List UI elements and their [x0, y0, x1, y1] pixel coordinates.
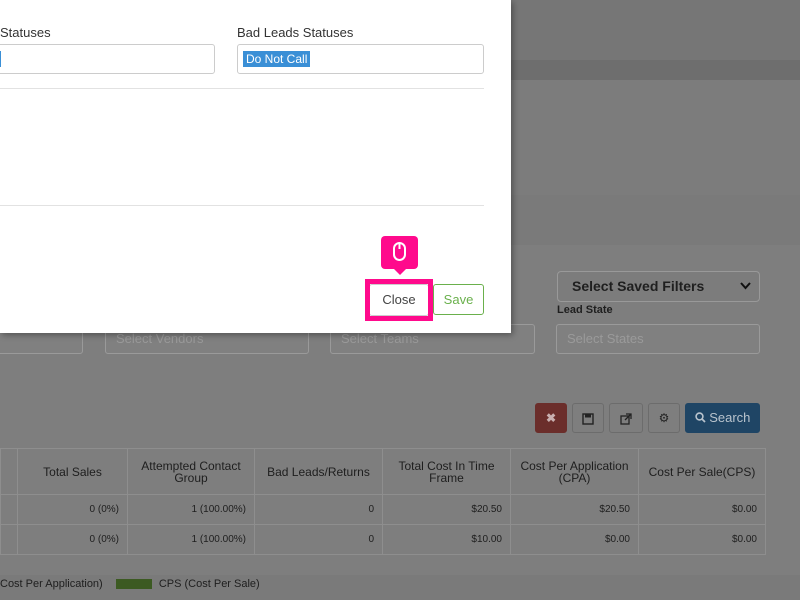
- save-filter-button[interactable]: [572, 403, 604, 433]
- bad-statuses-label: Bad Leads Statuses: [237, 25, 354, 40]
- table-header: Total Cost In Time Frame: [382, 448, 511, 495]
- tooltip-arrow: [394, 269, 406, 275]
- chevron-down-icon: [740, 272, 751, 313]
- legend-cps-text: CPS (Cost Per Sale): [158, 578, 260, 590]
- close-icon: ✖: [545, 411, 557, 425]
- table-cell: 0: [254, 494, 383, 525]
- floppy-disk-icon: [582, 411, 594, 425]
- table-cell: 0 (0%): [17, 494, 128, 525]
- selected-status-chip: [0, 51, 1, 67]
- table-header-row: Total Sales Attempted Contact Group Bad …: [0, 448, 766, 495]
- table-cell: $0.00: [638, 494, 766, 525]
- bad-statuses-input[interactable]: Do Not Call: [237, 44, 484, 74]
- table-header: Cost Per Sale(CPS): [638, 448, 766, 495]
- clear-filters-button[interactable]: ✖: [535, 403, 567, 433]
- saved-filters-select[interactable]: Select Saved Filters: [557, 271, 760, 302]
- table-header: Total Sales: [17, 448, 128, 495]
- table-cell: $0.00: [638, 524, 766, 555]
- lead-state-label: Lead State: [557, 304, 613, 316]
- table-cell: [0, 494, 18, 525]
- table-header: Attempted Contact Group: [127, 448, 255, 495]
- divider: [0, 88, 484, 89]
- save-button[interactable]: Save: [433, 284, 484, 315]
- close-button[interactable]: Close: [369, 284, 429, 316]
- good-statuses-input[interactable]: [0, 44, 215, 74]
- chart-legend: Cost Per Application) CPS (Cost Per Sale…: [0, 578, 260, 590]
- divider: [0, 205, 484, 206]
- table-cell: 0 (0%): [17, 524, 128, 555]
- legend-cps-swatch: [115, 579, 152, 590]
- good-statuses-label: Statuses: [0, 25, 51, 40]
- legend-cpa-text: Cost Per Application): [0, 578, 103, 590]
- table-cell: $20.50: [382, 494, 511, 525]
- table-cell: [0, 524, 18, 555]
- settings-button[interactable]: ⚙: [648, 403, 680, 433]
- table-header: Bad Leads/Returns: [254, 448, 383, 495]
- export-button[interactable]: [609, 403, 643, 433]
- table-cell: $0.00: [510, 524, 639, 555]
- table-cell: $10.00: [382, 524, 511, 555]
- table-header: [0, 448, 18, 495]
- statuses-modal: Statuses Bad Leads Statuses Do Not Call …: [0, 0, 511, 333]
- search-button[interactable]: Search: [685, 403, 760, 433]
- table-cell: $20.50: [510, 494, 639, 525]
- table-row: 0 (0%) 1 (100.00%) 0 $20.50 $20.50 $0.00: [0, 494, 766, 525]
- search-label: Search: [709, 410, 751, 425]
- external-link-icon: [620, 411, 632, 425]
- do-not-call-chip[interactable]: Do Not Call: [243, 51, 311, 67]
- table-cell: 1 (100.00%): [127, 494, 255, 525]
- saved-filters-label: Select Saved Filters: [572, 278, 705, 294]
- table-row: 0 (0%) 1 (100.00%) 0 $10.00 $0.00 $0.00: [0, 524, 766, 555]
- gear-icon: ⚙: [658, 411, 670, 425]
- search-icon: [694, 410, 710, 425]
- table-header: Cost Per Application (CPA): [510, 448, 639, 495]
- table-cell: 1 (100.00%): [127, 524, 255, 555]
- report-table: Total Sales Attempted Contact Group Bad …: [0, 448, 766, 555]
- click-indicator: [381, 236, 418, 275]
- states-select[interactable]: Select States: [556, 324, 760, 354]
- table-cell: 0: [254, 524, 383, 555]
